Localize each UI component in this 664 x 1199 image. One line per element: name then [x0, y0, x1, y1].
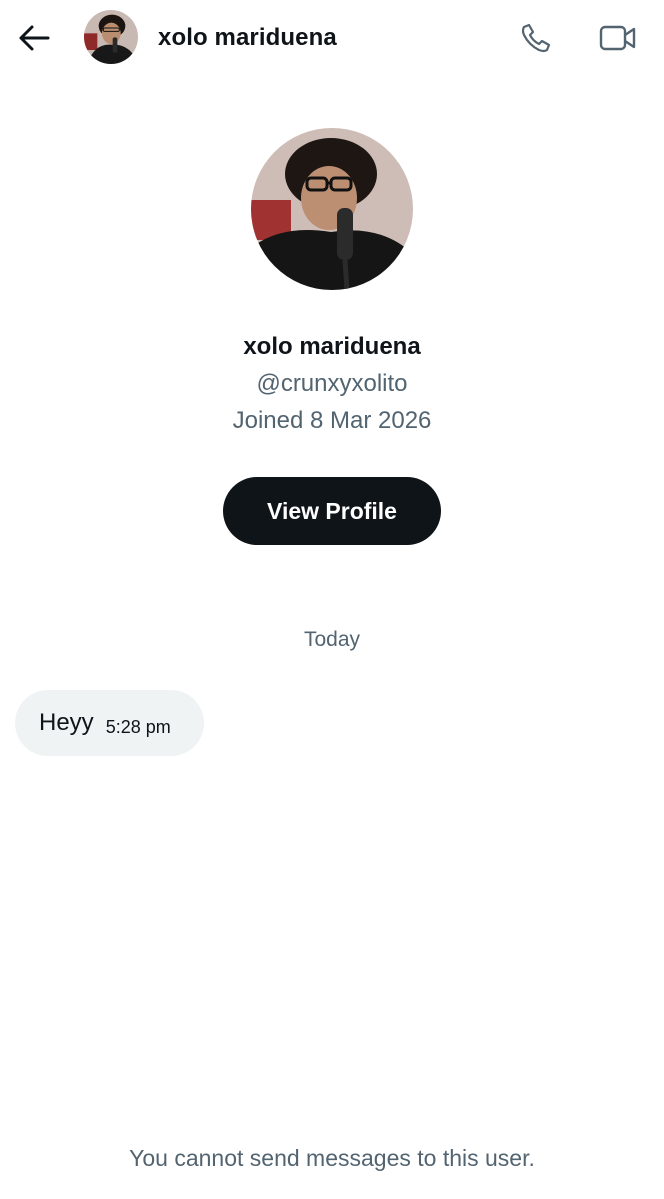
- video-call-button[interactable]: [594, 18, 642, 58]
- view-profile-button[interactable]: View Profile: [223, 477, 441, 545]
- message-timestamp: 5:28 pm: [105, 716, 171, 737]
- dm-conversation-screen: xolo mariduena xolo mariduena @crunxyxol…: [0, 0, 664, 1199]
- avatar-photo: [84, 10, 138, 64]
- call-button[interactable]: [514, 18, 558, 58]
- date-divider: Today: [303, 628, 361, 651]
- message-bubble[interactable]: Heyy 5:28 pm: [15, 690, 204, 756]
- arrow-left-icon: [19, 25, 50, 51]
- message-text: Heyy: [39, 709, 94, 736]
- conversation-header: xolo mariduena: [0, 0, 664, 76]
- profile-handle: @crunxyxolito: [256, 370, 408, 397]
- profile-joined-date: Joined 8 Mar 2026: [232, 407, 432, 434]
- profile-name: xolo mariduena: [243, 333, 421, 360]
- phone-icon: [521, 23, 551, 53]
- avatar[interactable]: [84, 10, 138, 64]
- back-button[interactable]: [14, 20, 54, 56]
- cannot-message-notice: You cannot send messages to this user.: [129, 1145, 535, 1171]
- video-camera-icon: [599, 25, 636, 51]
- header-contact-name[interactable]: xolo mariduena: [158, 22, 337, 54]
- profile-photo: [251, 128, 413, 290]
- profile-avatar[interactable]: [251, 128, 413, 290]
